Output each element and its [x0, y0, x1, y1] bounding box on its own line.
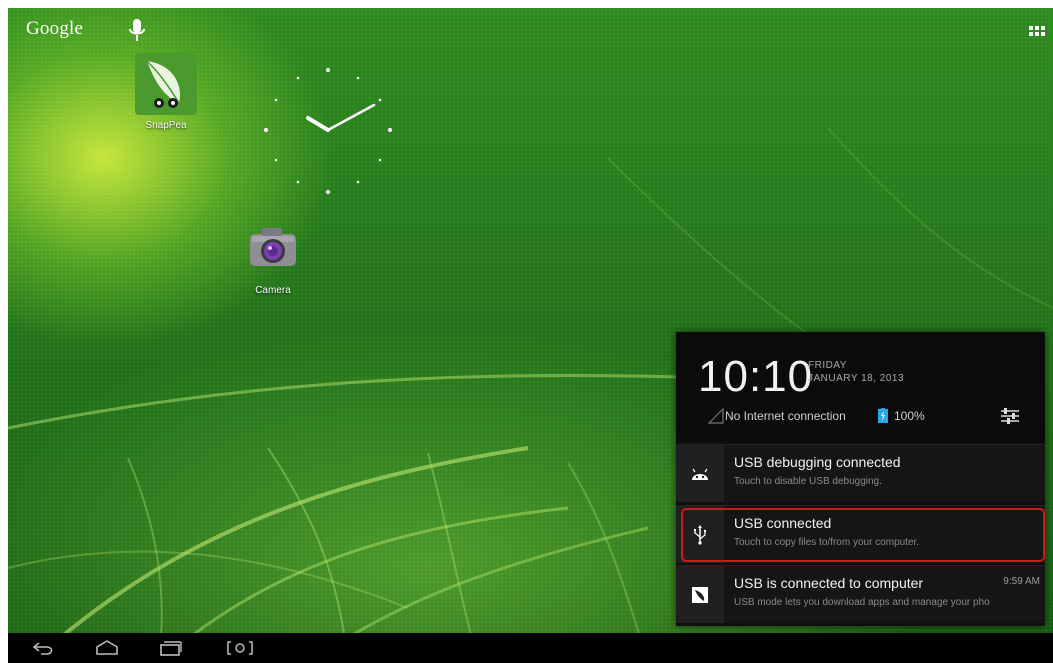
back-icon	[32, 642, 53, 655]
notification-usb-connected[interactable]: USB connected Touch to copy files to/fro…	[676, 505, 1045, 563]
home-button[interactable]	[90, 637, 124, 659]
camera-icon	[250, 228, 296, 266]
clock-time: 10:10	[698, 352, 814, 401]
app-label: SnapPea	[145, 120, 187, 131]
snappea-app-shortcut[interactable]: SnapPea	[126, 53, 206, 131]
camera-app-shortcut[interactable]: Camera	[233, 218, 313, 296]
app-label: Camera	[255, 285, 291, 296]
notification-subtitle: Touch to disable USB debugging.	[734, 476, 882, 487]
network-status: No Internet connection	[725, 409, 846, 423]
quick-settings-icon[interactable]	[999, 405, 1021, 427]
panel-header: 10:10 FRIDAY JANUARY 18, 2013 No Interne…	[676, 332, 1045, 442]
notification-title: USB debugging connected	[734, 454, 901, 470]
google-search-label[interactable]: Google	[26, 18, 83, 40]
battery-icon	[878, 408, 888, 423]
notification-usb-computer[interactable]: USB is connected to computer 9:59 AM USB…	[676, 565, 1045, 623]
notification-time: 9:59 AM	[1003, 576, 1040, 587]
system-navigation-bar	[8, 633, 1053, 663]
clock-date: JANUARY 18, 2013	[808, 373, 905, 384]
usb-icon	[676, 506, 724, 563]
screenshot-icon	[227, 641, 253, 655]
snappea-icon	[676, 566, 724, 623]
clock-day: FRIDAY	[808, 360, 847, 371]
app-drawer-icon[interactable]	[1029, 26, 1045, 42]
android-icon	[676, 445, 724, 502]
notification-subtitle: Touch to copy files to/from your compute…	[734, 537, 920, 548]
notification-title: USB is connected to computer	[734, 575, 924, 591]
notification-panel: 10:10 FRIDAY JANUARY 18, 2013 No Interne…	[676, 332, 1045, 626]
recent-apps-button[interactable]	[153, 637, 187, 659]
recent-apps-icon	[160, 641, 182, 656]
notification-subtitle: USB mode lets you download apps and mana…	[734, 597, 990, 608]
home-icon	[96, 640, 118, 655]
microphone-icon[interactable]	[128, 18, 146, 44]
notification-title: USB connected	[734, 515, 832, 531]
notification-usb-debugging[interactable]: USB debugging connected Touch to disable…	[676, 444, 1045, 502]
analog-clock-widget[interactable]	[258, 60, 398, 200]
snappea-icon	[135, 53, 197, 115]
screenshot-button[interactable]	[223, 637, 257, 659]
back-button[interactable]	[26, 637, 60, 659]
signal-icon	[708, 408, 724, 424]
battery-level: 100%	[894, 409, 925, 423]
